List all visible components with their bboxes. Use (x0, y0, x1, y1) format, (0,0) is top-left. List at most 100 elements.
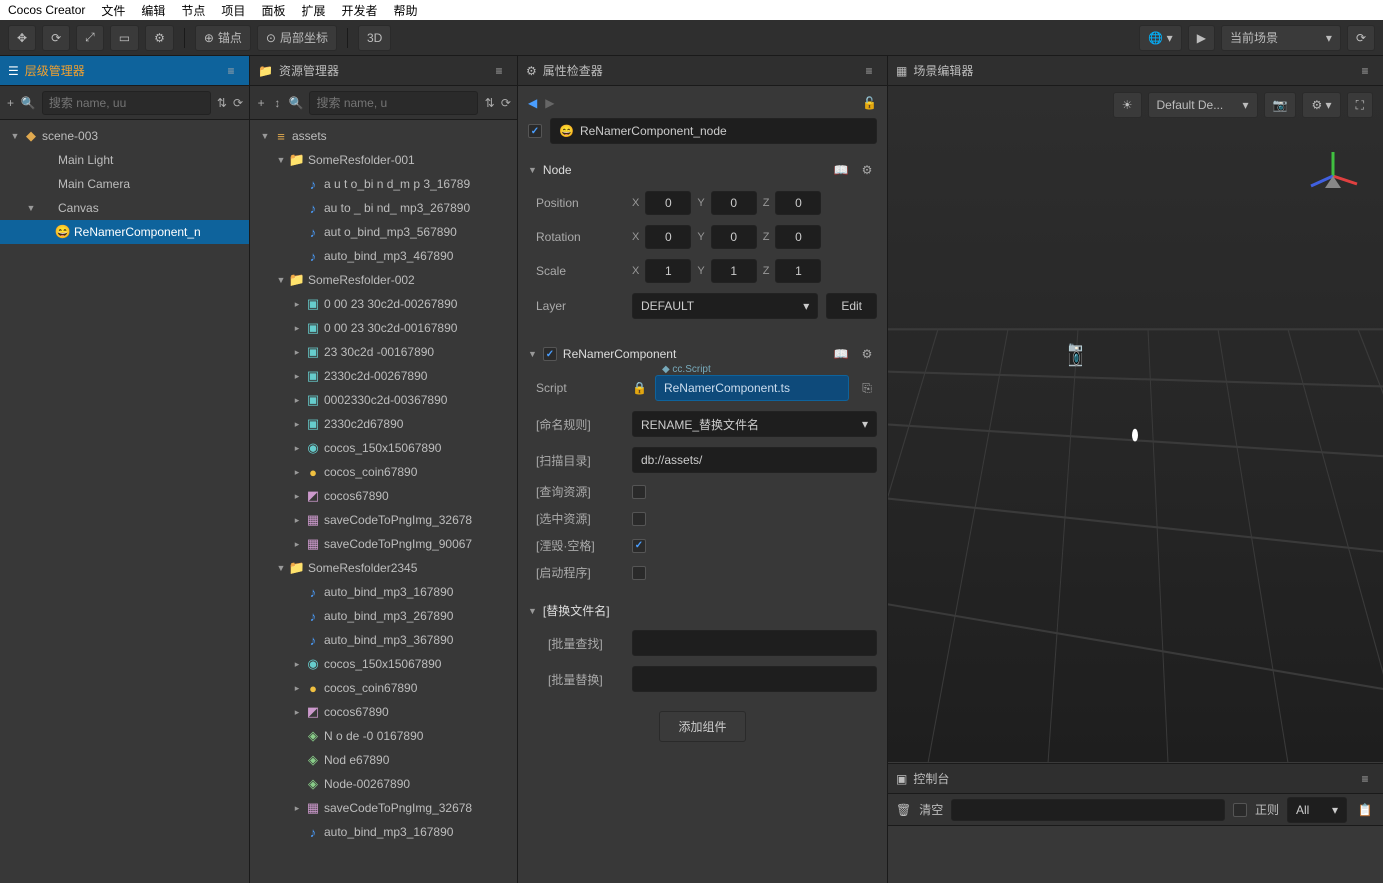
settings-tool-button[interactable]: ⚙ (145, 25, 174, 51)
tree-arrow-icon[interactable]: ▼ (258, 131, 272, 141)
node-enabled-checkbox[interactable] (528, 124, 542, 138)
add-component-button[interactable]: 添加组件 (659, 711, 745, 742)
link-icon[interactable]: ⎘ (857, 378, 877, 398)
tree-arrow-icon[interactable]: ▼ (8, 131, 22, 141)
rot-z-input[interactable] (775, 225, 821, 249)
menu-developer[interactable]: 开发者 (341, 2, 377, 19)
tree-item[interactable]: ▸▣2330c2d-00267890 (250, 364, 517, 388)
node-name-input[interactable]: 😄 ReNamerComponent_node (550, 118, 877, 144)
tree-item[interactable]: ◈Node-00267890 (250, 772, 517, 796)
menu-help[interactable]: 帮助 (393, 2, 417, 19)
search-icon[interactable]: 🔍 (289, 93, 304, 113)
play-button[interactable]: ▶ (1188, 25, 1215, 51)
tree-item[interactable]: ♪auto_bind_mp3_267890 (250, 604, 517, 628)
gear-button[interactable]: ⚙ ▾ (1302, 92, 1340, 118)
tree-arrow-icon[interactable]: ▸ (290, 395, 304, 406)
web-preview-button[interactable]: 🌐 ▾ (1139, 25, 1181, 51)
component-enabled-checkbox[interactable] (543, 347, 557, 361)
tree-item[interactable]: ▼◆scene-003 (0, 124, 249, 148)
add-button[interactable]: + (6, 93, 15, 113)
tree-item[interactable]: ▼📁SomeResfolder-002 (250, 268, 517, 292)
rot-x-input[interactable] (645, 225, 691, 249)
scl-z-input[interactable] (775, 259, 821, 283)
menu-panel[interactable]: 面板 (261, 2, 285, 19)
tree-item[interactable]: ♪auto_bind_mp3_167890 (250, 580, 517, 604)
scl-x-input[interactable] (645, 259, 691, 283)
help-icon[interactable]: 📖 (831, 344, 851, 364)
tree-arrow-icon[interactable]: ▸ (290, 419, 304, 430)
tree-item[interactable]: ◈Nod e67890 (250, 748, 517, 772)
scan-input[interactable] (632, 447, 877, 473)
menu-node[interactable]: 节点 (181, 2, 205, 19)
collapse-button[interactable]: ⇅ (217, 93, 227, 113)
menu-file[interactable]: 文件 (101, 2, 125, 19)
edit-layer-button[interactable]: Edit (826, 293, 877, 319)
reload-button[interactable]: ⟳ (1347, 25, 1375, 51)
tree-item[interactable]: ▸▣0002330c2d-00367890 (250, 388, 517, 412)
tree-item[interactable]: ▸▣0 00 23 30c2d-00167890 (250, 316, 517, 340)
tree-item[interactable]: ▼📁SomeResfolder2345 (250, 556, 517, 580)
hierarchy-search-input[interactable] (42, 91, 211, 115)
tree-item[interactable]: ▸◉cocos_150x15067890 (250, 436, 517, 460)
tree-item[interactable]: ▸●cocos_coin67890 (250, 676, 517, 700)
tree-item[interactable]: ▸▣2330c2d67890 (250, 412, 517, 436)
assets-search-input[interactable] (309, 91, 478, 115)
tree-arrow-icon[interactable]: ▸ (290, 491, 304, 502)
tree-arrow-icon[interactable]: ▸ (290, 539, 304, 550)
copy-icon[interactable]: 📋 (1355, 800, 1375, 820)
tree-item[interactable]: Main Light (0, 148, 249, 172)
gear-icon[interactable]: ⚙ (857, 160, 877, 180)
script-field[interactable]: ◆ cc.Script ReNamerComponent.ts (655, 375, 849, 401)
nav-forward-button[interactable]: ▶ (545, 96, 554, 110)
light-button[interactable]: ☀ (1113, 92, 1142, 118)
tree-item[interactable]: ▸▦saveCodeToPngImg_90067 (250, 532, 517, 556)
nav-back-button[interactable]: ◀ (528, 96, 537, 110)
menu-extension[interactable]: 扩展 (301, 2, 325, 19)
tree-item[interactable]: ▼≡assets (250, 124, 517, 148)
tree-item[interactable]: ◈N o de -0 0167890 (250, 724, 517, 748)
tree-arrow-icon[interactable]: ▼ (24, 203, 38, 213)
tree-item[interactable]: ▸◩cocos67890 (250, 700, 517, 724)
help-icon[interactable]: 📖 (831, 160, 851, 180)
collapse-button[interactable]: ⇅ (484, 93, 494, 113)
tree-arrow-icon[interactable]: ▸ (290, 323, 304, 334)
coord-button[interactable]: ⊙局部坐标 (257, 25, 337, 51)
level-select[interactable]: All▾ (1287, 797, 1347, 823)
tree-arrow-icon[interactable]: ▸ (290, 659, 304, 670)
pos-y-input[interactable] (711, 191, 757, 215)
tree-arrow-icon[interactable]: ▸ (290, 371, 304, 382)
trash-icon[interactable]: 🗑 (896, 803, 911, 817)
tree-item[interactable]: ♪auto_bind_mp3_167890 (250, 820, 517, 844)
tree-item[interactable]: 😄ReNamerComponent_n (0, 220, 249, 244)
tree-item[interactable]: ♪auto_bind_mp3_367890 (250, 628, 517, 652)
tree-item[interactable]: ▸◩cocos67890 (250, 484, 517, 508)
add-button[interactable]: + (256, 93, 266, 113)
tree-item[interactable]: ▸●cocos_coin67890 (250, 460, 517, 484)
gear-icon[interactable]: ⚙ (857, 344, 877, 364)
tree-item[interactable]: ▸◉cocos_150x15067890 (250, 652, 517, 676)
query-checkbox[interactable] (632, 485, 646, 499)
tree-arrow-icon[interactable]: ▼ (274, 275, 288, 285)
tree-arrow-icon[interactable]: ▸ (290, 347, 304, 358)
tree-arrow-icon[interactable]: ▼ (274, 155, 288, 165)
lock-icon[interactable]: 🔓 (862, 96, 877, 110)
rect-tool-button[interactable]: ▭ (110, 25, 139, 51)
scene-view[interactable]: ☀ Default De...▾ 📷 ⚙ ▾ ⛶ (888, 86, 1383, 763)
menu-icon[interactable]: ≡ (1355, 769, 1375, 789)
pos-x-input[interactable] (645, 191, 691, 215)
camera-button[interactable]: 📷 (1264, 92, 1297, 118)
menu-icon[interactable]: ≡ (489, 61, 509, 81)
tree-item[interactable]: ▸▦saveCodeToPngImg_32678 (250, 508, 517, 532)
layer-select[interactable]: DEFAULT▾ (632, 293, 818, 319)
pos-z-input[interactable] (775, 191, 821, 215)
tree-item[interactable]: ♪a u t o_bi n d_m p 3_16789 (250, 172, 517, 196)
expand-button[interactable]: ⛶ (1347, 92, 1373, 118)
tree-item[interactable]: ▼Canvas (0, 196, 249, 220)
rot-y-input[interactable] (711, 225, 757, 249)
refresh-button[interactable]: ⟳ (501, 93, 511, 113)
replace-section-header[interactable]: ▼ [替换文件名] (528, 596, 877, 625)
scl-y-input[interactable] (711, 259, 757, 283)
tree-arrow-icon[interactable]: ▸ (290, 467, 304, 478)
rotate-tool-button[interactable]: ⟳ (42, 25, 70, 51)
3d-button[interactable]: 3D (358, 25, 391, 51)
